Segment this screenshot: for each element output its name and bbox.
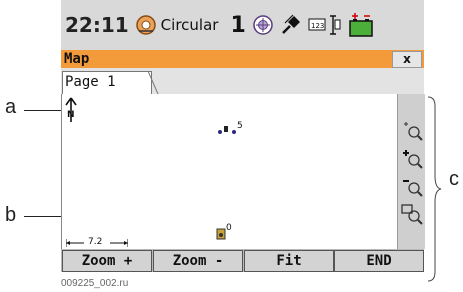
zoom-window-icon[interactable] [400,202,424,226]
satellite-status-icon[interactable] [135,14,157,36]
zoom-out-icon[interactable] [400,174,424,198]
map-point-station[interactable]: 0 [216,223,236,241]
clock-time: 22:11 [65,13,129,37]
svg-text:123: 123 [311,22,324,30]
zoom-all-icon[interactable] [400,118,424,142]
scale-value: 7.2 [88,237,103,247]
zoom-out-button[interactable]: Zoom - [153,250,243,272]
map-point-label: 0 [226,223,232,233]
zoom-in-icon[interactable] [400,146,424,170]
window-titlebar: Map x [61,50,424,68]
callout-c-label: c [449,168,459,190]
north-arrow-icon: N [65,97,77,122]
antenna-icon[interactable] [280,14,302,36]
figure-caption: 009225_002.ru [61,278,129,289]
tab-bar: Page 1 [61,68,424,95]
measure-mode: Circular [160,16,219,34]
tab-page-1-label: Page 1 [65,74,116,90]
callout-b-label: b [5,204,17,226]
map-point-label: 5 [237,121,243,131]
window-title: Map [64,51,90,67]
status-bar: 22:11 Circular 1 123 [61,0,424,50]
tab-edge-arrow [148,71,159,94]
callout-c-brace [428,96,442,282]
tab-page-1[interactable]: Page 1 [62,71,152,95]
map-view[interactable]: N 5 0 7.2 [61,94,397,249]
map-tools-strip [397,94,425,249]
callout-b-line [24,216,62,217]
station-icon [216,228,226,240]
zoom-in-button[interactable]: Zoom + [62,250,152,272]
fit-button[interactable]: Fit [244,250,334,272]
softkey-bar: Zoom + Zoom - Fit END [61,249,424,272]
target-icon[interactable] [252,14,274,36]
close-button[interactable]: x [392,51,422,68]
callout-a-line [24,110,62,111]
keyboard-input-icon[interactable]: 123 [308,14,342,36]
point-count: 1 [230,12,246,38]
device-screen: 22:11 Circular 1 123 Map x Page 1 N 5 0 … [61,0,425,272]
callout-a-label: a [5,96,17,118]
map-point-cluster[interactable]: 5 [217,121,247,134]
battery-icon[interactable] [348,12,374,38]
svg-text:N: N [67,110,75,120]
end-button[interactable]: END [334,250,424,272]
